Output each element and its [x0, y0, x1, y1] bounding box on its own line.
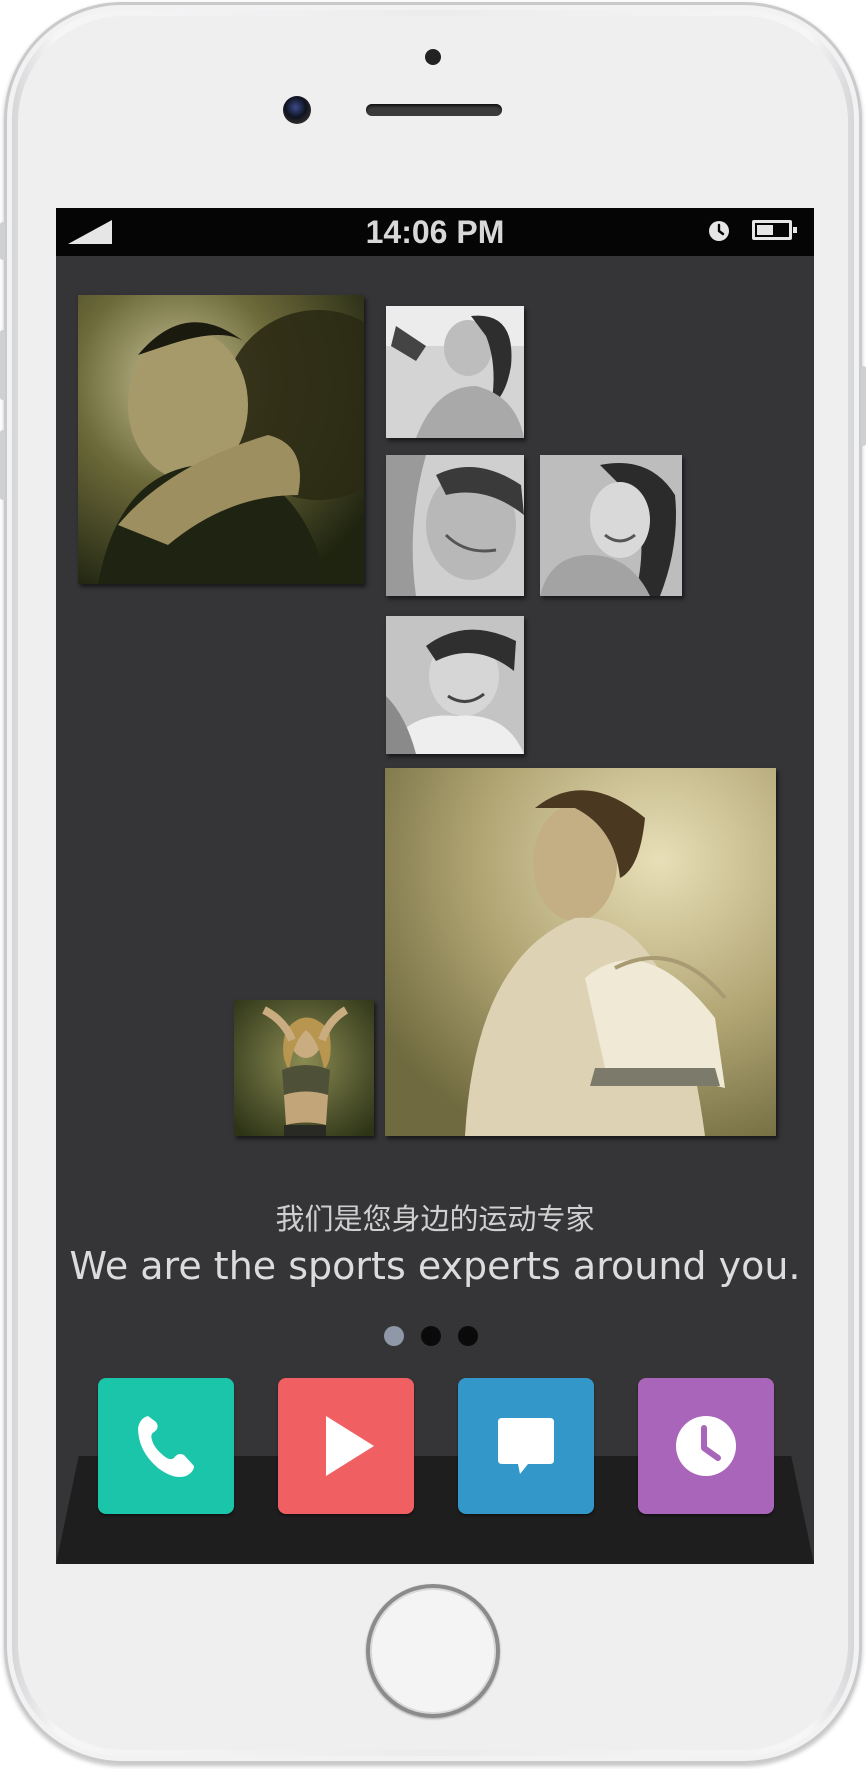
tagline-english: We are the sports experts around you. — [69, 1244, 801, 1288]
play-button[interactable] — [278, 1378, 414, 1514]
front-camera-icon — [283, 96, 311, 124]
clock-button[interactable] — [638, 1378, 774, 1514]
pager-dot-3[interactable] — [458, 1326, 478, 1346]
photo-fitness-woman[interactable] — [234, 1000, 374, 1136]
photo-smiling-man[interactable] — [386, 616, 524, 754]
play-icon — [326, 1416, 374, 1476]
photo-woman-with-skates[interactable] — [385, 768, 776, 1136]
pager-dot-2[interactable] — [421, 1326, 441, 1346]
volume-up-button — [0, 330, 5, 400]
phone-button[interactable] — [98, 1378, 234, 1514]
earpiece-speaker — [366, 104, 502, 116]
phone-screen: 14:06 PM 我们是您身边的运动专家 We are the sports e… — [56, 208, 814, 1564]
battery-icon — [752, 220, 797, 240]
status-time: 14:06 PM — [365, 214, 505, 250]
chat-button[interactable] — [458, 1378, 594, 1514]
phone-icon — [138, 1416, 194, 1477]
photo-man-lifting[interactable] — [386, 455, 524, 596]
photo-woman-exercising[interactable] — [386, 306, 524, 438]
photo-basketball-player[interactable] — [78, 295, 364, 584]
mute-switch — [0, 222, 5, 260]
pager-dot-1[interactable] — [384, 1326, 404, 1346]
home-button[interactable] — [366, 1584, 500, 1718]
volume-down-button — [0, 430, 5, 500]
chat-icon — [498, 1418, 554, 1474]
photo-smiling-woman[interactable] — [540, 455, 682, 596]
tagline-chinese: 我们是您身边的运动专家 — [275, 1202, 595, 1236]
alarm-clock-icon — [709, 221, 729, 241]
clock-icon — [676, 1416, 736, 1476]
proximity-sensor — [425, 49, 441, 65]
status-bar: 14:06 PM — [56, 208, 814, 256]
power-button — [861, 366, 866, 446]
